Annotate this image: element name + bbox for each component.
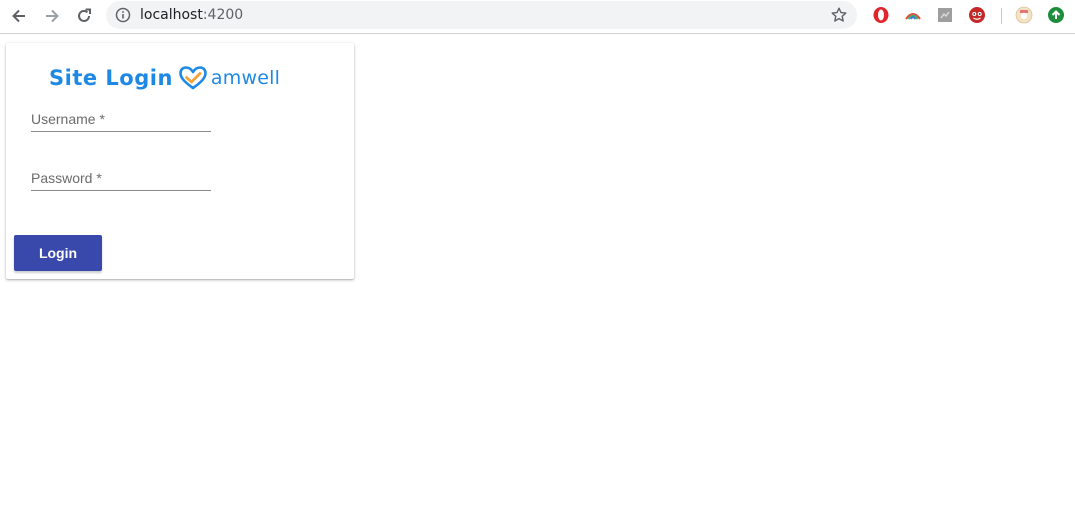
login-card: Site Login amwell Username * Password * … [6, 43, 354, 279]
back-arrow-icon[interactable] [7, 4, 31, 28]
rainbow-extension-icon[interactable] [904, 6, 922, 24]
reload-icon[interactable] [72, 4, 96, 28]
password-input[interactable] [31, 166, 211, 190]
browser-toolbar: localhost:4200 [0, 0, 1075, 34]
login-button[interactable]: Login [14, 235, 102, 271]
url-text[interactable]: localhost:4200 [140, 7, 243, 23]
url-host: localhost [140, 7, 203, 23]
login-header: Site Login amwell [49, 63, 280, 93]
brand-logo-text: amwell [210, 67, 281, 89]
star-icon[interactable] [830, 6, 848, 24]
password-field[interactable]: Password * [31, 166, 211, 191]
username-field[interactable]: Username * [31, 107, 211, 132]
forward-arrow-icon[interactable] [40, 4, 64, 28]
heart-logo-icon [179, 66, 207, 90]
username-input[interactable] [31, 107, 211, 131]
red-monster-extension-icon[interactable] [968, 6, 986, 24]
gray-extension-icon[interactable] [936, 6, 954, 24]
info-icon[interactable] [115, 7, 131, 23]
avatar-extension-icon[interactable] [1015, 6, 1033, 24]
green-upload-extension-icon[interactable] [1047, 6, 1065, 24]
toolbar-divider [1001, 8, 1002, 24]
page-title: Site Login [49, 66, 173, 90]
opera-extension-icon[interactable] [872, 6, 890, 24]
url-port: :4200 [202, 7, 244, 23]
address-bar[interactable]: localhost:4200 [106, 1, 857, 29]
